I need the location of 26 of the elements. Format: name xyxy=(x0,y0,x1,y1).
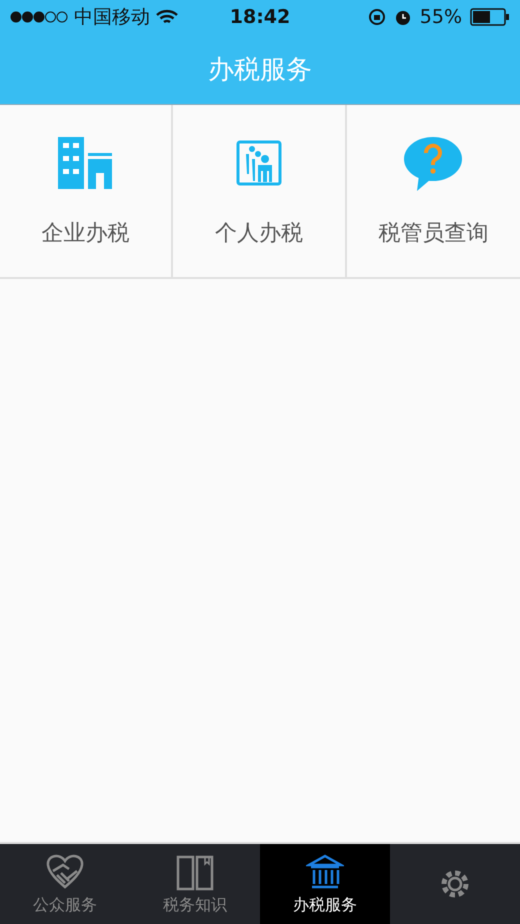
signal-icon xyxy=(10,11,68,23)
handshake-heart-icon[interactable] xyxy=(45,852,85,890)
question-bubble-icon xyxy=(403,135,464,191)
tab-item[interactable]: 税务知识 xyxy=(130,844,260,924)
carrier-name: 中国移动 xyxy=(74,5,150,30)
service-label: 税管员查询 xyxy=(378,220,488,248)
service-tile[interactable]: 企业办税 xyxy=(0,105,174,277)
tab-item[interactable]: 公众服务 xyxy=(0,844,130,924)
service-tile[interactable]: 个人办税 xyxy=(173,105,347,277)
building-icon xyxy=(58,137,114,189)
tab-item[interactable]: 办税服务 xyxy=(260,844,390,924)
wifi-icon xyxy=(156,9,178,25)
people-icon xyxy=(236,140,282,186)
tab-label: 税务知识 xyxy=(163,894,227,916)
battery-icon xyxy=(470,8,510,26)
rotation-lock-icon xyxy=(368,8,386,26)
service-label: 个人办税 xyxy=(214,220,303,248)
service-label: 企业办税 xyxy=(42,220,130,248)
page-title: 办税服务 xyxy=(208,54,312,86)
tab-label: 办税服务 xyxy=(293,894,357,916)
alarm-icon xyxy=(394,8,412,26)
clock-time: 18:42 xyxy=(230,6,290,28)
tab-label: 公众服务 xyxy=(33,894,97,916)
service-tile[interactable]: 税管员查询 xyxy=(346,105,520,277)
battery-percent: 55% xyxy=(420,6,462,28)
bank-icon[interactable] xyxy=(306,852,344,890)
